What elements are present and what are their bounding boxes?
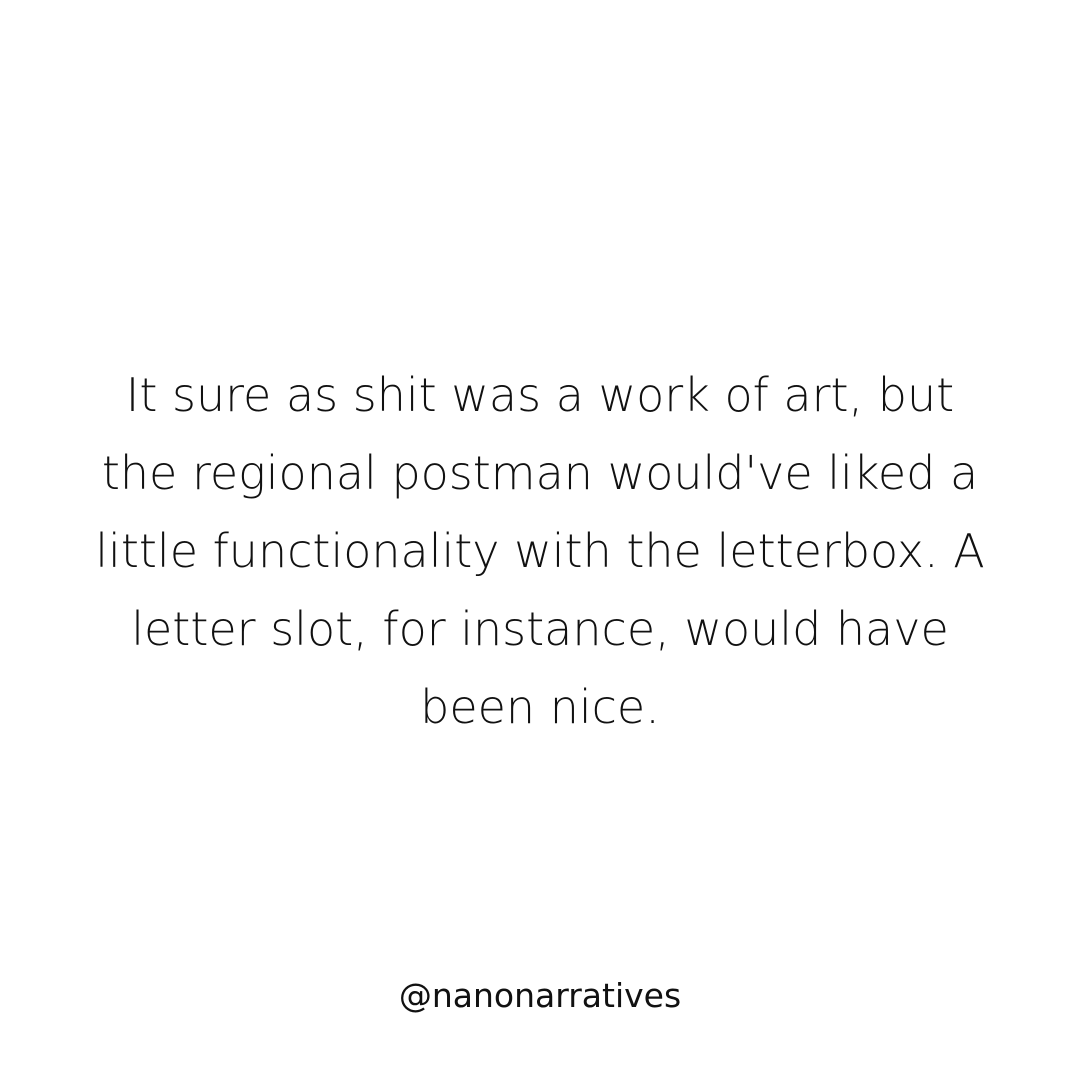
post-canvas: It sure as shit was a work of art, but t… [0,0,1080,1080]
quote-line: the regional postman would've liked a [101,446,979,500]
quote-line: It sure as shit was a work of art, but [125,368,955,422]
quote-line: letter slot, for instance, would have [131,602,949,656]
author-handle: @nanonarratives [398,976,682,1015]
quote-line: been nice. [420,680,660,734]
quote-text: It sure as shit was a work of art, but t… [40,356,1040,746]
quote-line: little functionality with the letterbox.… [95,524,985,578]
